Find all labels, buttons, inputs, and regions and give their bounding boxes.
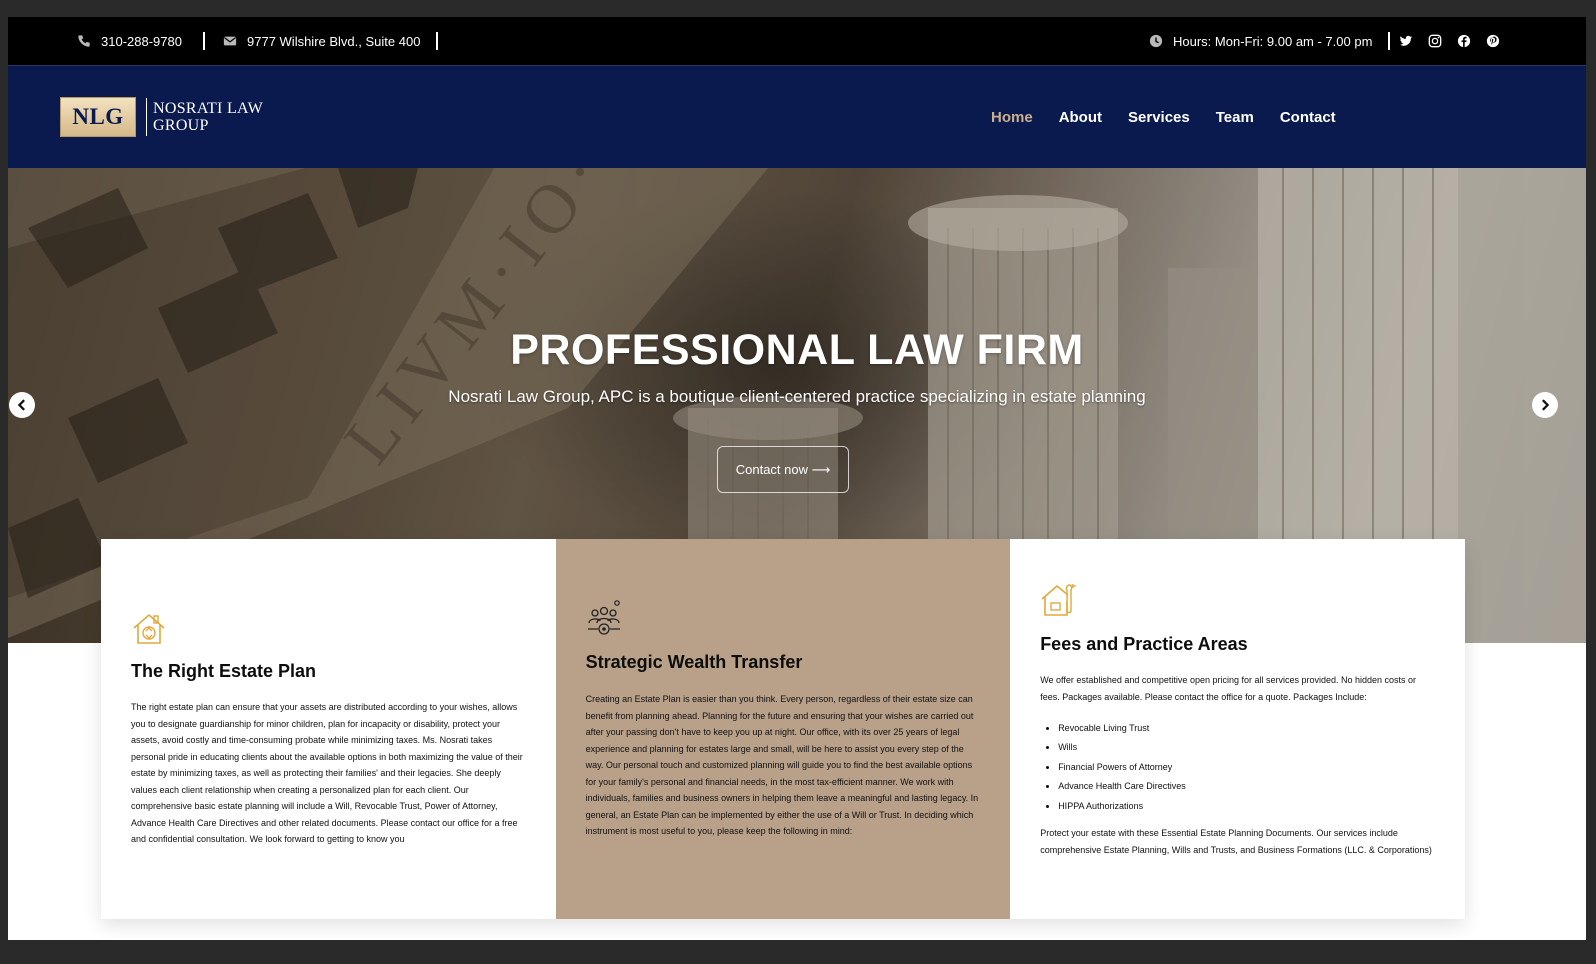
site-logo[interactable]: NLG NOSRATI LAW GROUP — [60, 97, 263, 137]
social-links — [1399, 17, 1515, 65]
window-bottom-edge — [0, 940, 1596, 964]
instagram-icon[interactable] — [1428, 34, 1442, 48]
address-item[interactable]: 9777 Wilshire Blvd., Suite 400 — [223, 17, 420, 65]
slider-prev-button[interactable] — [9, 392, 35, 418]
chevron-left-icon — [17, 399, 25, 411]
logo-divider — [146, 98, 147, 136]
phone-icon — [78, 35, 90, 47]
clock-icon — [1149, 34, 1163, 48]
list-item: HIPPA Authorizations — [1058, 797, 1186, 816]
card-wealth-transfer: Strategic Wealth Transfer Creating an Es… — [555, 539, 1011, 919]
divider — [1388, 32, 1390, 50]
card-body: Creating an Estate Plan is easier than y… — [585, 694, 979, 836]
card-body: The right estate plan can ensure that yo… — [131, 702, 523, 844]
logo-badge: NLG — [60, 97, 136, 137]
envelope-icon — [223, 36, 237, 46]
main-navbar: NLG NOSRATI LAW GROUP Home About Service… — [8, 65, 1586, 168]
card-title: Strategic Wealth Transfer — [585, 652, 803, 672]
list-item: Financial Powers of Attorney — [1058, 758, 1186, 777]
phone-number: 310-288-9780 — [101, 33, 182, 49]
hours-item: Hours: Mon-Fri: 9.00 am - 7.00 pm — [1149, 17, 1372, 65]
people-gear-icon — [587, 600, 620, 635]
page-frame: 310-288-9780 9777 Wilshire Blvd., Suite … — [8, 17, 1586, 960]
nav-home[interactable]: Home — [991, 109, 1033, 126]
logo-line-1: NOSRATI LAW — [153, 100, 264, 117]
hours-text: Hours: Mon-Fri: 9.00 am - 7.00 pm — [1173, 33, 1373, 49]
facebook-icon[interactable] — [1457, 34, 1471, 48]
list-item: Advance Health Care Directives — [1058, 777, 1186, 796]
card-intro: We offer established and competitive ope… — [1040, 675, 1417, 702]
card-fees: Fees and Practice Areas We offer establi… — [1010, 539, 1465, 919]
address-text: 9777 Wilshire Blvd., Suite 400 — [247, 33, 421, 49]
divider — [203, 32, 205, 50]
packages-list: Revocable Living Trust Wills Financial P… — [1058, 719, 1186, 816]
hero-subtitle: Nosrati Law Group, APC is a boutique cli… — [448, 387, 1146, 406]
feature-cards: The Right Estate Plan The right estate p… — [101, 539, 1465, 919]
twitter-icon[interactable] — [1399, 34, 1413, 48]
house-wrench-icon — [1041, 584, 1077, 616]
nav-team[interactable]: Team — [1216, 109, 1254, 126]
logo-wordmark: NOSRATI LAW GROUP — [153, 100, 263, 134]
nav-about[interactable]: About — [1059, 109, 1102, 126]
hero-title: PROFESSIONAL LAW FIRM — [510, 326, 1084, 374]
contact-now-button[interactable]: Contact now ⟶ — [717, 446, 849, 493]
chevron-right-icon — [1542, 399, 1550, 411]
pinterest-icon[interactable] — [1486, 34, 1500, 48]
top-info-bar: 310-288-9780 9777 Wilshire Blvd., Suite … — [8, 17, 1586, 65]
phone-item[interactable]: 310-288-9780 — [77, 17, 182, 65]
card-estate-plan: The Right Estate Plan The right estate p… — [101, 539, 556, 919]
card-outro: Protect your estate with these Essential… — [1040, 828, 1432, 855]
logo-line-2: GROUP — [153, 117, 209, 134]
nav-menu: Home About Services Team Contact — [991, 66, 1362, 169]
divider — [436, 32, 438, 50]
list-item: Revocable Living Trust — [1058, 719, 1186, 738]
card-title: Fees and Practice Areas — [1040, 634, 1248, 654]
nav-services[interactable]: Services — [1128, 109, 1190, 126]
card-title: The Right Estate Plan — [131, 661, 317, 681]
slider-next-button[interactable] — [1532, 392, 1558, 418]
house-recycle-icon — [133, 613, 165, 644]
nav-contact[interactable]: Contact — [1280, 109, 1336, 126]
list-item: Wills — [1058, 738, 1186, 757]
